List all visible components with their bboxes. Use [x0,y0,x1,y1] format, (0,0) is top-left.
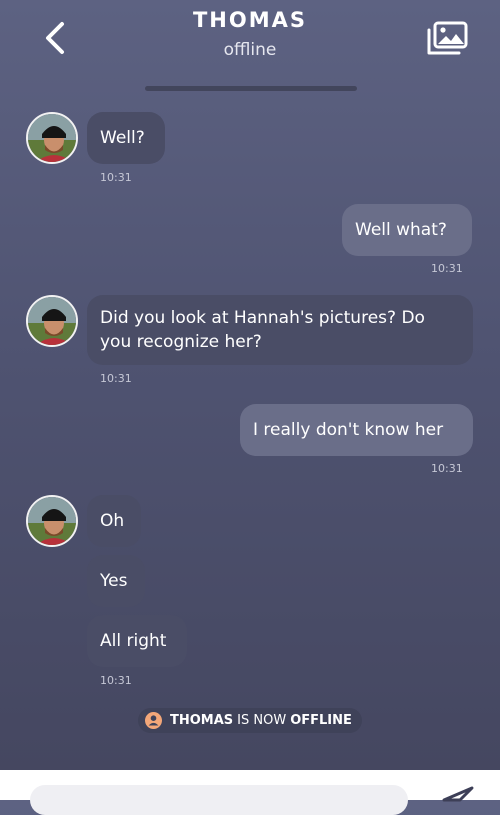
message-bubble: Oh [87,495,141,547]
message-text: Oh [100,511,125,531]
message-text: Did you look at Hannah's pictures? Do yo… [100,308,425,352]
message-time: 10:31 [100,372,132,385]
avatar [26,295,78,347]
contact-photo [28,114,76,162]
message-time: 10:31 [431,262,463,275]
message-text: Well what? [355,220,447,240]
contact-photo [28,497,76,545]
message-text: Yes [100,571,128,591]
send-button[interactable] [440,784,476,804]
message-bubble: Yes [87,555,145,607]
user-icon [145,712,162,729]
chat-header: THOMAS offline [0,0,500,80]
message-input[interactable] [30,785,408,815]
message-text: Well? [100,128,145,148]
photo-gallery-icon [427,21,468,55]
message-text: I really don't know her [253,420,444,440]
notice-text: IS NOW [237,713,287,728]
message-time: 10:31 [100,171,132,184]
notice-state: OFFLINE [290,713,352,728]
message-bubble: Well what? [342,204,472,256]
message-bubble: Well? [87,112,165,164]
avatar [26,112,78,164]
send-icon [442,786,474,802]
message-time: 10:31 [431,462,463,475]
gallery-button[interactable] [425,20,469,58]
avatar [26,495,78,547]
message-text: All right [100,631,167,651]
offline-notice: THOMAS IS NOW OFFLINE [138,708,362,733]
contact-photo [28,297,76,345]
message-bubble: I really don't know her [240,404,473,456]
message-bubble: All right [87,615,187,667]
message-time: 10:31 [100,674,132,687]
message-bubble: Did you look at Hannah's pictures? Do yo… [87,295,473,365]
notice-name: THOMAS [170,713,234,728]
load-indicator [145,86,357,91]
